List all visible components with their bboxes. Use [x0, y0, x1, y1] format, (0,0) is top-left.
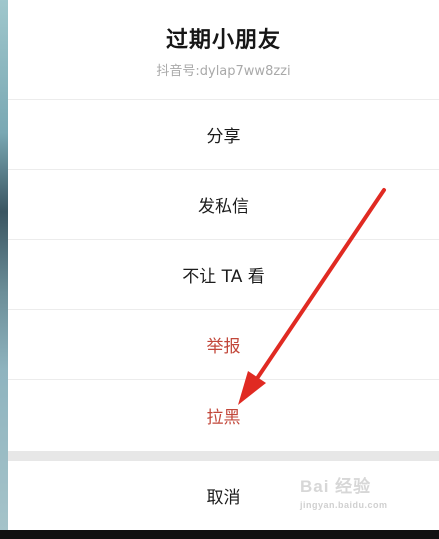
profile-header: 过期小朋友 抖音号:dylap7ww8zzi [8, 0, 439, 99]
share-button[interactable]: 分享 [8, 99, 439, 169]
section-divider [8, 451, 439, 461]
page-title: 过期小朋友 [165, 28, 281, 53]
send-message-button[interactable]: 发私信 [8, 169, 439, 239]
send-message-label: 发私信 [198, 197, 249, 217]
account-id: 抖音号:dylap7ww8zzi [156, 64, 291, 79]
bottom-bar [0, 530, 439, 539]
hide-from-user-label: 不让 TA 看 [182, 267, 265, 287]
hide-from-user-button[interactable]: 不让 TA 看 [8, 239, 439, 309]
background-photo-strip [0, 0, 8, 530]
cancel-label: 取消 [206, 488, 241, 508]
watermark-logo: Bai 经验 jingyan.baidu.com [300, 478, 436, 526]
block-button[interactable]: 拉黑 [8, 379, 439, 451]
share-label: 分享 [206, 127, 241, 147]
action-sheet: 过期小朋友 抖音号:dylap7ww8zzi 分享 发私信 不让 TA 看 举报… [8, 0, 439, 530]
watermark-url: jingyan.baidu.com [300, 500, 388, 510]
report-button[interactable]: 举报 [8, 309, 439, 379]
watermark-brand: Bai 经验 [300, 477, 372, 496]
report-label: 举报 [206, 337, 241, 357]
block-label: 拉黑 [206, 408, 241, 428]
